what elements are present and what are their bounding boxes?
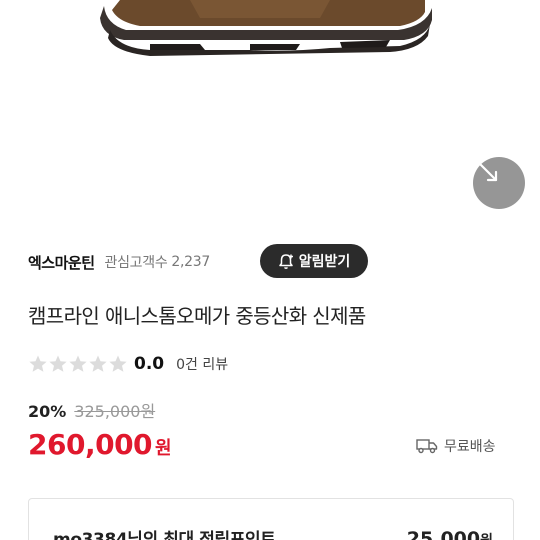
star-icon [49, 355, 67, 372]
brand-name[interactable]: 엑스마운틴 [28, 252, 95, 273]
rating-value: 0.0 [134, 354, 165, 374]
price-currency: 원 [155, 438, 172, 459]
points-label: mo3384님의 최대 적립포인트 [53, 530, 276, 540]
points-box: mo3384님의 최대 적립포인트 25,000원 [28, 498, 514, 540]
watchers-count: 2,237 [171, 254, 211, 270]
alert-subscribe-button[interactable]: 알림받기 [260, 244, 368, 278]
star-icon [69, 355, 87, 372]
product-image [0, 0, 540, 225]
brand-row: 엑스마운틴 관심고객수 2,237 알림받기 [28, 244, 518, 280]
price-row: 260,000 원 [28, 428, 172, 461]
star-icon [109, 355, 127, 372]
zoom-button[interactable] [473, 157, 525, 209]
truck-icon [416, 439, 438, 454]
rating-row[interactable]: 0.0 0건 리뷰 [28, 352, 228, 376]
boot-image [100, 0, 432, 56]
alert-button-label: 알림받기 [298, 254, 351, 270]
shipping-info: 무료배송 [416, 436, 496, 456]
bell-plus-icon [278, 253, 293, 269]
points-unit: 원 [480, 533, 493, 540]
expand-arrows-icon [474, 158, 498, 182]
shipping-label: 무료배송 [444, 439, 496, 455]
watchers-label: 관심고객수 [104, 255, 168, 271]
points-value: 25,000 [406, 528, 481, 540]
discount-rate: 20% [28, 402, 67, 421]
discount-row: 20% 325,000원 [28, 398, 155, 422]
product-title: 캠프라인 애니스톰오메가 중등산화 신제품 [28, 304, 366, 328]
original-price: 325,000원 [74, 402, 156, 421]
star-icon [89, 355, 107, 372]
review-count[interactable]: 0건 리뷰 [176, 354, 228, 374]
star-icon [29, 355, 47, 372]
points-amount: 25,000원 [407, 528, 493, 540]
sale-price: 260,000 [28, 428, 153, 461]
rating-stars [28, 354, 128, 374]
